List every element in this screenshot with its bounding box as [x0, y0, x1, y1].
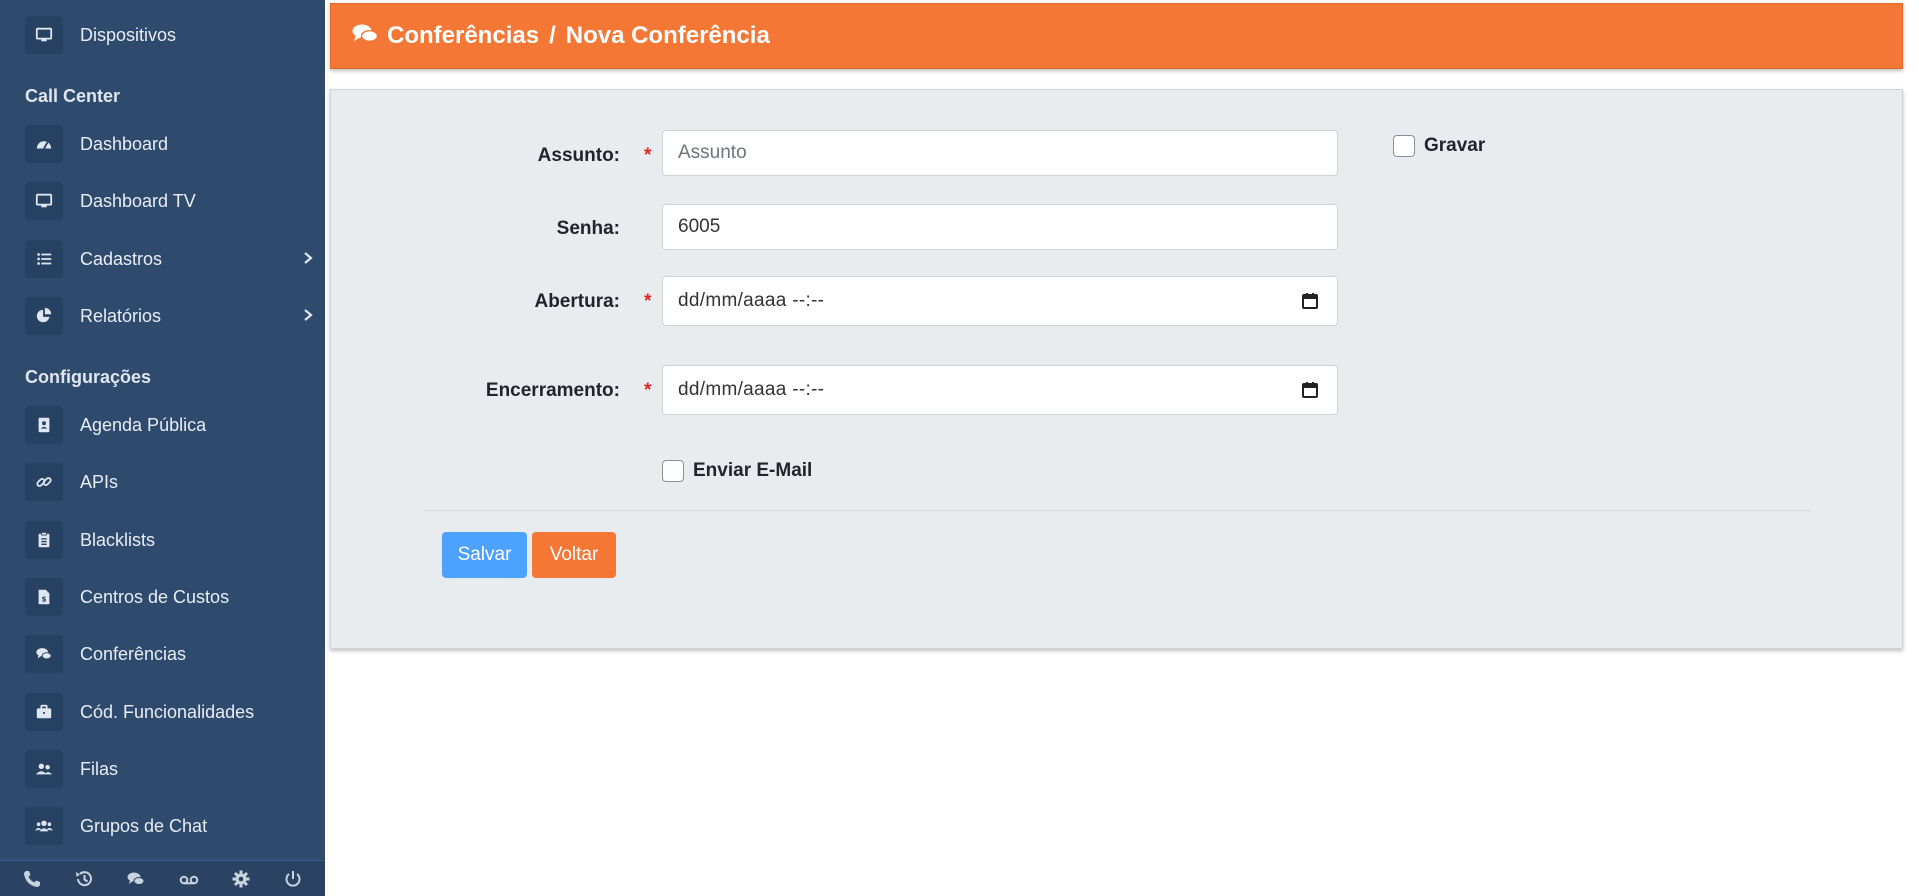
required-mark: * [644, 380, 652, 401]
sidebar-section-call-center: Call Center [25, 86, 121, 106]
sidebar-item-label: Dashboard [80, 133, 169, 154]
sidebar-item-dispositivos[interactable]: Dispositivos [25, 15, 315, 55]
send-email-label: Enviar E-Mail [693, 460, 813, 481]
sidebar-item-centros-de-custos[interactable]: $ Centros de Custos [25, 577, 315, 617]
comments-icon [25, 635, 63, 673]
sidebar-item-label: Blacklists [80, 529, 156, 550]
sidebar-item-relatorios[interactable]: Relatórios [25, 296, 315, 336]
svg-text:$: $ [41, 595, 46, 604]
monitor-icon [25, 16, 63, 54]
chat-icon[interactable] [124, 867, 148, 891]
sidebar-item-dashboard-tv[interactable]: Dashboard TV [25, 181, 315, 221]
subject-input[interactable] [662, 130, 1338, 176]
gear-icon[interactable] [229, 867, 253, 891]
history-icon[interactable] [72, 867, 96, 891]
record-label: Gravar [1424, 135, 1486, 156]
link-icon [25, 463, 63, 501]
sidebar-item-cadastros[interactable]: Cadastros [25, 239, 315, 279]
opening-datetime-input[interactable]: dd/mm/aaaa --:-- [662, 276, 1338, 326]
clipboard-icon [25, 521, 63, 559]
sidebar-item-label: Cód. Funcionalidades [80, 701, 255, 722]
sidebar-item-filas[interactable]: Filas [25, 749, 315, 789]
calendar-icon[interactable] [1301, 292, 1319, 310]
closing-datetime-input[interactable]: dd/mm/aaaa --:-- [662, 365, 1338, 415]
gauge-icon [25, 125, 63, 163]
closing-label: Encerramento: [485, 380, 620, 401]
invoice-icon: $ [25, 578, 63, 616]
save-button[interactable]: Salvar [442, 532, 527, 578]
sidebar-item-label: Agenda Pública [80, 414, 207, 435]
comments-icon [351, 22, 387, 51]
record-checkbox[interactable] [1393, 135, 1415, 157]
breadcrumb-section[interactable]: Conferências [387, 22, 539, 50]
sidebar-item-grupos-de-chat[interactable]: Grupos de Chat [25, 806, 315, 846]
sidebar-section-configuracoes: Configurações [25, 367, 152, 387]
sidebar-item-label: Dispositivos [80, 24, 177, 45]
opening-label: Abertura: [534, 291, 620, 312]
page-header: Conferências / Nova Conferência [330, 3, 1903, 69]
send-email-checkbox[interactable] [662, 460, 684, 482]
closing-datetime-value: dd/mm/aaaa --:-- [678, 379, 825, 400]
sidebar-item-blacklists[interactable]: Blacklists [25, 520, 315, 560]
sidebar-item-dashboard[interactable]: Dashboard [25, 124, 315, 164]
sidebar-bottom-toolbar [0, 860, 325, 896]
required-mark: * [644, 291, 652, 312]
password-input[interactable] [662, 204, 1338, 250]
address-book-icon [25, 406, 63, 444]
required-mark: * [644, 145, 652, 166]
monitor-icon [25, 182, 63, 220]
conference-form-card: Assunto: * Gravar Senha: Abertura: * dd/… [330, 89, 1903, 649]
voicemail-icon[interactable] [177, 867, 201, 891]
user-group-icon [25, 807, 63, 845]
users-icon [25, 750, 63, 788]
sidebar-item-label: Grupos de Chat [80, 815, 208, 836]
page-title: Nova Conferência [565, 22, 770, 49]
opening-datetime-value: dd/mm/aaaa --:-- [678, 290, 825, 311]
sidebar-item-label: Filas [80, 758, 119, 779]
power-icon[interactable] [281, 867, 305, 891]
breadcrumb-separator: / [549, 22, 556, 49]
back-button[interactable]: Voltar [532, 532, 616, 578]
record-checkbox-group[interactable]: Gravar [1393, 135, 1485, 157]
sidebar: Dispositivos Call Center Dashboard Dashb… [0, 0, 325, 896]
calendar-icon[interactable] [1301, 381, 1319, 399]
sidebar-item-label: APIs [80, 471, 119, 492]
sidebar-item-label: Conferências [80, 643, 187, 664]
form-divider [424, 510, 1811, 511]
chevron-right-icon [304, 252, 313, 264]
sidebar-item-apis[interactable]: APIs [25, 462, 315, 502]
briefcase-icon [25, 693, 63, 731]
sidebar-item-agenda-publica[interactable]: Agenda Pública [25, 405, 315, 445]
password-label: Senha: [556, 218, 620, 239]
list-icon [25, 240, 63, 278]
phone-icon[interactable] [20, 867, 44, 891]
sidebar-item-label: Cadastros [80, 248, 163, 269]
sidebar-item-cod-funcionalidades[interactable]: Cód. Funcionalidades [25, 692, 315, 732]
subject-label: Assunto: [537, 145, 620, 166]
send-email-checkbox-group[interactable]: Enviar E-Mail [662, 460, 812, 482]
sidebar-item-label: Dashboard TV [80, 190, 196, 211]
sidebar-item-label: Centros de Custos [80, 586, 230, 607]
sidebar-item-label: Relatórios [80, 305, 162, 326]
chevron-right-icon [304, 309, 313, 321]
sidebar-item-conferencias[interactable]: Conferências [25, 634, 315, 674]
pie-chart-icon [25, 297, 63, 335]
